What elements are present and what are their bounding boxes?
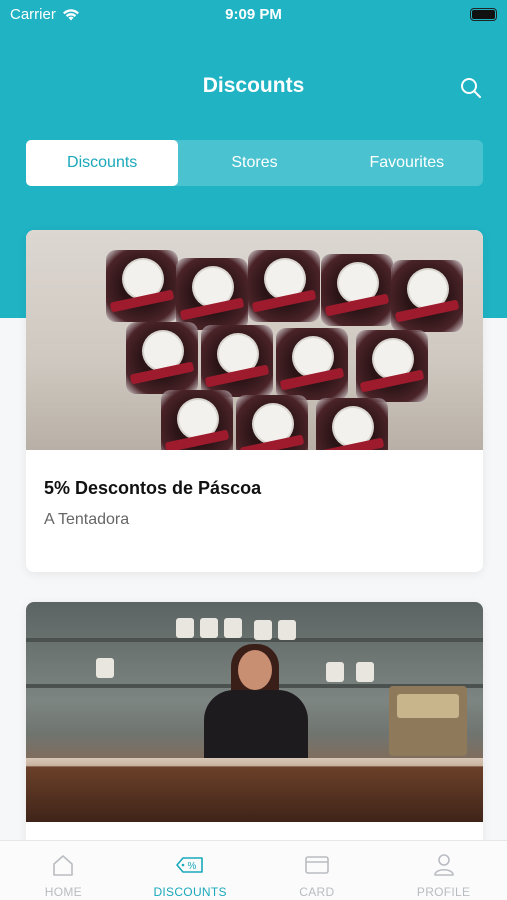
discount-tag-icon: %: [176, 857, 203, 873]
page-title: Discounts: [202, 74, 305, 97]
tab-card[interactable]: CARD: [254, 841, 381, 900]
search-icon[interactable]: [459, 76, 483, 100]
bottom-tab-bar: HOME % DISCOUNTS CARD PROFILE: [0, 840, 507, 900]
status-time: 9:09 PM: [225, 6, 282, 23]
segment-discounts[interactable]: Discounts: [26, 140, 179, 186]
discount-title: 5% Descontos de Páscoa: [44, 478, 262, 498]
discount-card[interactable]: 5% Descontos de Páscoa A Tentadora: [26, 230, 483, 572]
tab-profile[interactable]: PROFILE: [380, 841, 507, 900]
battery-icon: [470, 8, 497, 21]
profile-icon: [433, 854, 454, 876]
card-body: 5% Descontos de Páscoa A Tentadora: [26, 450, 483, 557]
svg-text:%: %: [188, 861, 197, 872]
segmented-control: Discounts Stores Favourites: [26, 140, 483, 186]
discount-card[interactable]: [26, 602, 483, 862]
tab-label: DISCOUNTS: [153, 885, 227, 899]
tab-label: PROFILE: [416, 885, 471, 899]
shop-counter-photo: [26, 602, 483, 822]
tab-label: HOME: [44, 885, 82, 899]
app-header: Discounts: [0, 70, 507, 106]
tab-label: CARD: [299, 885, 335, 899]
chocolate-gift-bags-photo: [26, 230, 483, 450]
home-icon: [53, 855, 74, 876]
status-bar: Carrier 9:09 PM: [0, 0, 507, 30]
tab-discounts[interactable]: % DISCOUNTS: [127, 841, 254, 900]
card-icon: [305, 856, 329, 874]
segment-favourites[interactable]: Favourites: [331, 140, 483, 186]
segment-stores[interactable]: Stores: [178, 140, 330, 186]
tab-home[interactable]: HOME: [0, 841, 127, 900]
store-name: A Tentadora: [44, 511, 130, 528]
